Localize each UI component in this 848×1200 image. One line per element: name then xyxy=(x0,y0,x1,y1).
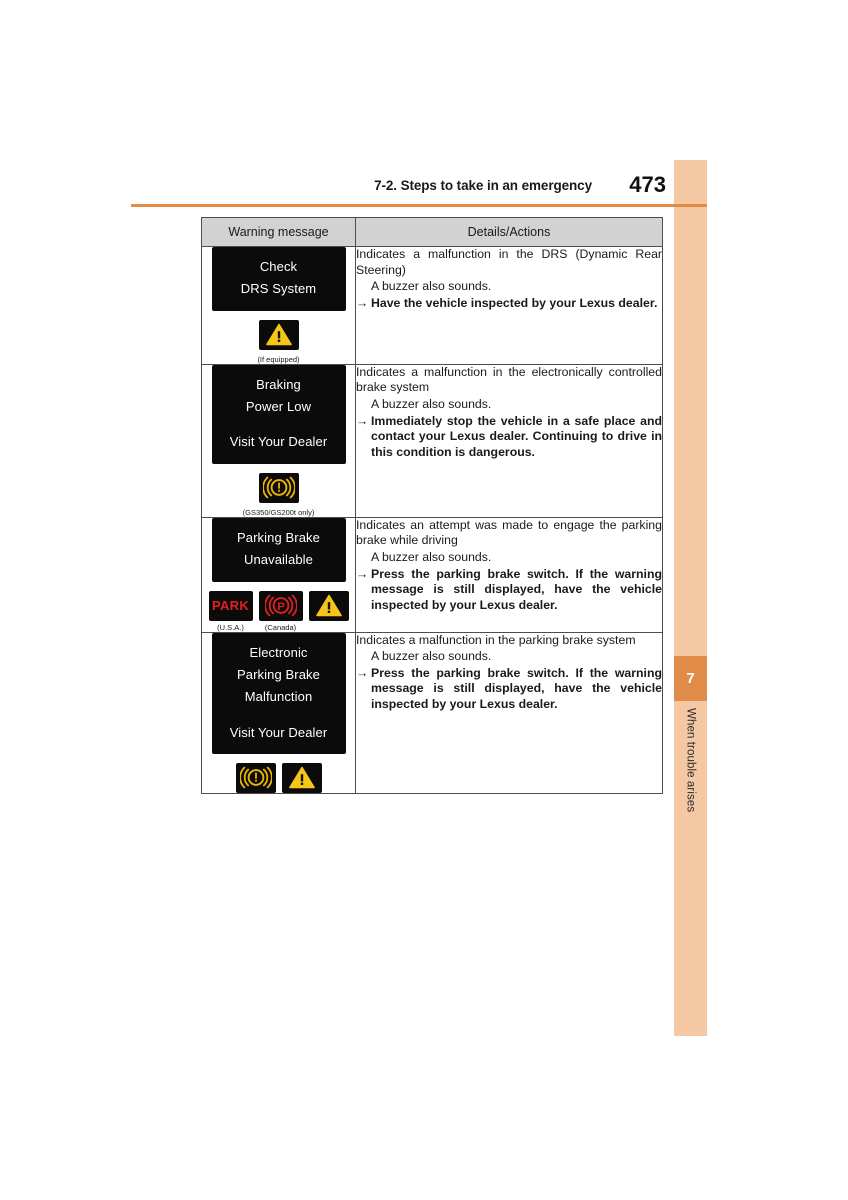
table-body: Check DRS System (If equipped) Indicates a … xyxy=(201,246,663,794)
instrument-display-panel: Parking Brake Unavailable xyxy=(211,517,346,582)
indicator-icon-row xyxy=(202,762,355,793)
brake-warning-icon xyxy=(239,767,272,789)
chapter-side-band xyxy=(674,160,707,1036)
details-actions-cell: Indicates an attempt was made to engage … xyxy=(355,516,663,633)
parking-brake-p-icon: P xyxy=(264,594,297,617)
details-actions-cell: Indicates a malfunction in the DRS (Dyna… xyxy=(355,246,663,365)
details-buzzer-note: A buzzer also sounds. xyxy=(371,396,492,411)
chapter-title-text: When trouble arises xyxy=(684,708,697,813)
details-text-block: Indicates a malfunction in the DRS (Dyna… xyxy=(356,247,662,311)
details-buzzer-note: A buzzer also sounds. xyxy=(371,279,492,294)
table-row: Electronic Parking Brake Malfunction Visit … xyxy=(201,631,663,794)
display-line: Malfunction xyxy=(244,689,313,705)
indicator-lamp: P xyxy=(258,590,303,621)
chapter-title-vertical: When trouble arises xyxy=(674,708,707,868)
warning-message-cell: Electronic Parking Brake Malfunction Visit … xyxy=(201,631,356,794)
park-indicator-icon: PARK xyxy=(211,598,250,614)
details-text-block: Indicates an attempt was made to engage … xyxy=(356,518,662,614)
display-line: Visit Your Dealer xyxy=(229,724,328,740)
details-buzzer-note: A buzzer also sounds. xyxy=(371,550,492,565)
header-divider-rule xyxy=(131,204,707,207)
svg-text:P: P xyxy=(277,601,284,613)
display-line: DRS System xyxy=(240,281,317,297)
table-row: Braking Power Low Visit Your Dealer (GS350/… xyxy=(201,363,663,518)
display-line: Braking xyxy=(256,376,301,392)
running-header: 7-2. Steps to take in an emergency 473 xyxy=(0,172,674,204)
indicator-lamp xyxy=(258,472,299,503)
section-title: 7-2. Steps to take in an emergency xyxy=(374,178,592,193)
details-actions-cell: Indicates a malfunction in the parking b… xyxy=(355,631,663,794)
indicator-icon-row: PARK (U.S.A.) P (Canada) xyxy=(202,590,355,632)
details-action-text: → Have the vehicle inspected by your Lexu… xyxy=(356,295,658,310)
indicator-icon-group xyxy=(308,590,349,632)
indicator-icon-group xyxy=(235,762,276,793)
instrument-display-panel: Electronic Parking Brake Malfunction Visit … xyxy=(211,632,346,754)
details-lead-text: Indicates a malfunction in the DRS (Dyna… xyxy=(356,247,662,277)
indicator-caption: (U.S.A.) xyxy=(217,622,244,632)
warning-triangle-icon xyxy=(265,324,292,346)
warning-message-table: Warning message Details/Actions Check DRS… xyxy=(201,217,663,794)
arrow-icon: → xyxy=(356,295,369,310)
indicator-icon-group: P (Canada) xyxy=(258,590,303,632)
indicator-lamp xyxy=(235,762,276,793)
table-row: Parking Brake Unavailable PARK (U.S.A.) P (Ca… xyxy=(201,516,663,633)
table-header-row: Warning message Details/Actions xyxy=(201,217,663,247)
indicator-icon-row xyxy=(202,319,355,350)
indicator-icon-group: PARK (U.S.A.) xyxy=(208,590,253,632)
page-number: 473 xyxy=(629,172,666,197)
indicator-lamp xyxy=(308,590,349,621)
arrow-icon: → xyxy=(356,413,369,428)
warning-message-cell: Braking Power Low Visit Your Dealer (GS350/… xyxy=(201,363,356,518)
indicator-icon-row xyxy=(202,472,355,503)
indicator-caption: (Canada) xyxy=(264,622,297,632)
table-row: Check DRS System (If equipped) Indicates a … xyxy=(201,246,663,365)
details-lead-text: Indicates a malfunction in the parking b… xyxy=(356,632,636,647)
indicator-icon-group xyxy=(281,762,322,793)
row-applicability-note: (GS350/GS200t only) xyxy=(242,507,315,517)
warning-triangle-icon xyxy=(315,594,342,617)
instrument-display-panel: Braking Power Low Visit Your Dealer xyxy=(211,364,346,464)
details-actions-cell: Indicates a malfunction in the electroni… xyxy=(355,363,663,518)
details-action-text: → Press the parking brake switch. If the … xyxy=(356,665,662,711)
chapter-number-tab: 7 xyxy=(674,656,707,701)
indicator-lamp: PARK xyxy=(208,590,253,621)
column-header-details-actions: Details/Actions xyxy=(355,217,663,247)
display-line: Unavailable xyxy=(243,552,314,568)
display-line: Parking Brake xyxy=(237,529,320,545)
display-line-spacer xyxy=(216,418,342,431)
details-action-text: → Immediately stop the vehicle in a safe … xyxy=(356,413,662,459)
details-lead-text: Indicates an attempt was made to engage … xyxy=(356,517,662,548)
display-line: Visit Your Dealer xyxy=(229,434,328,450)
display-line: Power Low xyxy=(245,399,312,415)
details-lead-text: Indicates a malfunction in the electroni… xyxy=(356,364,662,395)
warning-message-cell: Parking Brake Unavailable PARK (U.S.A.) P (Ca… xyxy=(201,516,356,633)
indicator-icon-group xyxy=(258,472,299,503)
column-header-warning-message: Warning message xyxy=(201,217,356,247)
display-line-spacer xyxy=(216,709,342,722)
display-line: Check xyxy=(259,259,298,274)
indicator-lamp xyxy=(258,319,299,350)
instrument-display-panel: Check DRS System xyxy=(211,247,346,311)
details-text-block: Indicates a malfunction in the parking b… xyxy=(356,633,662,713)
brake-warning-icon xyxy=(262,476,295,499)
details-action-text: → Press the parking brake switch. If the … xyxy=(356,566,662,612)
display-line: Electronic xyxy=(249,644,308,660)
chapter-number: 7 xyxy=(686,670,695,687)
details-buzzer-note: A buzzer also sounds. xyxy=(371,649,492,664)
row-applicability-note: (If equipped) xyxy=(257,354,300,364)
indicator-lamp xyxy=(281,762,322,793)
arrow-icon: → xyxy=(356,665,369,680)
display-line: Parking Brake xyxy=(237,666,320,682)
warning-triangle-icon xyxy=(288,767,315,789)
details-text-block: Indicates a malfunction in the electroni… xyxy=(356,365,662,461)
warning-message-cell: Check DRS System (If equipped) xyxy=(201,246,356,365)
arrow-icon: → xyxy=(356,566,369,581)
indicator-icon-group xyxy=(258,319,299,350)
